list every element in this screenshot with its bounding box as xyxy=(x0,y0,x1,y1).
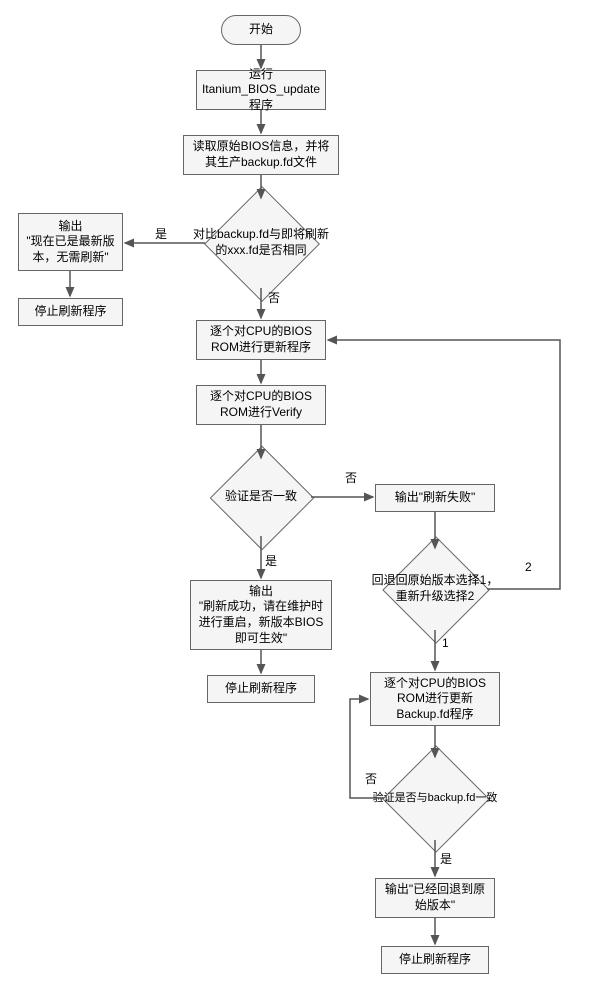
stop-refresh-3-node: 停止刷新程序 xyxy=(381,946,489,974)
read-bios-node: 读取原始BIOS信息，并将其生产backup.fd文件 xyxy=(183,135,339,175)
output-latest-node: 输出 "现在已是最新版本，无需刷新" xyxy=(18,213,123,271)
rollback-diamond xyxy=(382,536,489,643)
opt2-label: 2 xyxy=(525,560,532,574)
no-label-3: 否 xyxy=(365,770,377,787)
update-backup-node: 逐个对CPU的BIOS ROM进行更新Backup.fd程序 xyxy=(370,672,500,726)
no-label-1: 否 xyxy=(268,289,280,306)
opt1-label: 1 xyxy=(442,636,449,650)
output-success-node: 输出 "刷新成功，请在维护时进行重启，新版本BIOS即可生效" xyxy=(190,580,332,650)
yes-label-2: 是 xyxy=(265,552,277,569)
output-fail-node: 输出"刷新失败" xyxy=(375,484,495,512)
stop-refresh-1-node: 停止刷新程序 xyxy=(18,298,123,326)
yes-label-3: 是 xyxy=(440,850,452,867)
start-node: 开始 xyxy=(221,15,301,45)
verify-backup-diamond xyxy=(382,745,489,852)
update-cpu-node: 逐个对CPU的BIOS ROM进行更新程序 xyxy=(196,320,326,360)
run-program-node: 运行Itanium_BIOS_update程序 xyxy=(196,70,326,110)
verify-cpu-node: 逐个对CPU的BIOS ROM进行Verify xyxy=(196,385,326,425)
no-label-2: 否 xyxy=(345,469,357,486)
output-rollback-node: 输出"已经回退到原始版本" xyxy=(375,878,495,918)
verify-diamond xyxy=(210,446,315,551)
compare-diamond xyxy=(204,186,320,302)
stop-refresh-2-node: 停止刷新程序 xyxy=(207,675,315,703)
yes-label-1: 是 xyxy=(155,225,167,242)
